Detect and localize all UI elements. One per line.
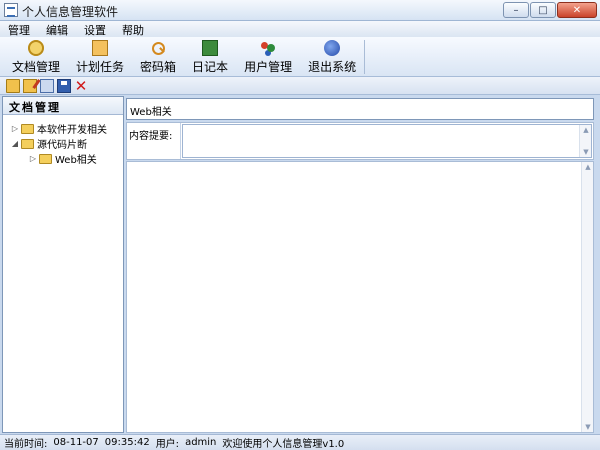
content-scrollbar[interactable]: ▲ ▼	[581, 162, 593, 432]
menu-bar: 管理 编辑 设置 帮助	[0, 21, 600, 37]
folder-icon	[39, 153, 52, 164]
close-button[interactable]: ✕	[557, 2, 597, 18]
summary-row: 内容提要: ▲ ▼	[126, 122, 594, 160]
current-time: 09:35:42	[104, 437, 150, 448]
diary-button[interactable]: 日记本	[184, 37, 236, 76]
document-toolbar: ✕	[0, 77, 600, 95]
minimize-button[interactable]: –	[503, 2, 529, 18]
app-icon	[4, 3, 18, 17]
notebook-icon	[202, 40, 219, 56]
collapse-icon[interactable]: ◢	[11, 139, 19, 148]
toolbar-separator	[364, 40, 366, 74]
summary-label: 内容提要:	[127, 123, 181, 159]
save-icon[interactable]	[57, 78, 71, 93]
key-icon	[150, 40, 166, 56]
title-bar: 个人信息管理软件 – □ ✕	[0, 0, 600, 21]
scroll-down-icon[interactable]: ▼	[582, 422, 594, 432]
expand-icon[interactable]: ▷	[29, 154, 37, 163]
menu-settings[interactable]: 设置	[76, 21, 114, 37]
tree-node-code-snippets[interactable]: ◢ 源代码片断	[3, 136, 123, 151]
user-manage-button[interactable]: 用户管理	[236, 37, 300, 76]
tree-node-label: 本软件开发相关	[37, 125, 107, 136]
document-tree-panel: 文档管理 ▷ 本软件开发相关 ◢ 源代码片断 ▷ Web相关	[2, 96, 124, 433]
plan-task-icon	[92, 40, 109, 56]
tree-node-label: Web相关	[55, 155, 97, 166]
scroll-up-icon[interactable]: ▲	[582, 162, 594, 172]
user-label: 用户:	[155, 439, 180, 450]
properties-icon[interactable]	[40, 78, 54, 93]
document-tree: ▷ 本软件开发相关 ◢ 源代码片断 ▷ Web相关	[3, 115, 123, 166]
tree-node-software-dev[interactable]: ▷ 本软件开发相关	[3, 121, 123, 136]
users-icon	[260, 40, 276, 56]
edit-folder-icon[interactable]	[23, 78, 37, 93]
welcome-message: 欢迎使用个人信息管理v1.0	[222, 439, 345, 450]
window-title: 个人信息管理软件	[22, 5, 119, 19]
scroll-up-icon[interactable]: ▲	[580, 125, 592, 135]
time-label: 当前时间:	[4, 439, 48, 450]
menu-edit[interactable]: 编辑	[38, 21, 76, 37]
document-title-input[interactable]: Web相关	[126, 98, 594, 120]
current-date: 08-11-07	[53, 437, 99, 448]
menu-help[interactable]: 帮助	[114, 21, 152, 37]
document-manage-icon	[28, 40, 44, 56]
current-user: admin	[185, 437, 217, 448]
new-folder-icon[interactable]	[6, 78, 20, 93]
password-box-button[interactable]: 密码箱	[132, 37, 184, 76]
delete-icon[interactable]: ✕	[74, 78, 88, 93]
exit-icon	[324, 40, 341, 56]
document-content-editor[interactable]: ▲ ▼	[126, 161, 594, 433]
summary-scrollbar[interactable]: ▲ ▼	[579, 125, 591, 157]
document-manage-button[interactable]: 文档管理	[4, 37, 68, 76]
tree-node-web[interactable]: ▷ Web相关	[3, 151, 123, 166]
maximize-button[interactable]: □	[530, 2, 556, 18]
menu-manage[interactable]: 管理	[0, 21, 38, 37]
exit-system-button[interactable]: 退出系统	[300, 37, 364, 76]
folder-icon	[21, 123, 34, 134]
summary-input[interactable]: ▲ ▼	[182, 124, 592, 158]
panel-header: 文档管理	[3, 97, 123, 115]
main-toolbar: 文档管理 计划任务 密码箱 日记本 用户管理 退出系统	[0, 37, 600, 77]
expand-icon[interactable]: ▷	[11, 124, 19, 133]
folder-open-icon	[21, 138, 34, 149]
plan-task-button[interactable]: 计划任务	[68, 37, 132, 76]
window-controls: – □ ✕	[503, 2, 597, 18]
tree-node-label: 源代码片断	[37, 140, 87, 151]
status-bar: 当前时间: 08-11-07 09:35:42 用户: admin 欢迎使用个人…	[0, 434, 600, 450]
scroll-down-icon[interactable]: ▼	[580, 147, 592, 157]
